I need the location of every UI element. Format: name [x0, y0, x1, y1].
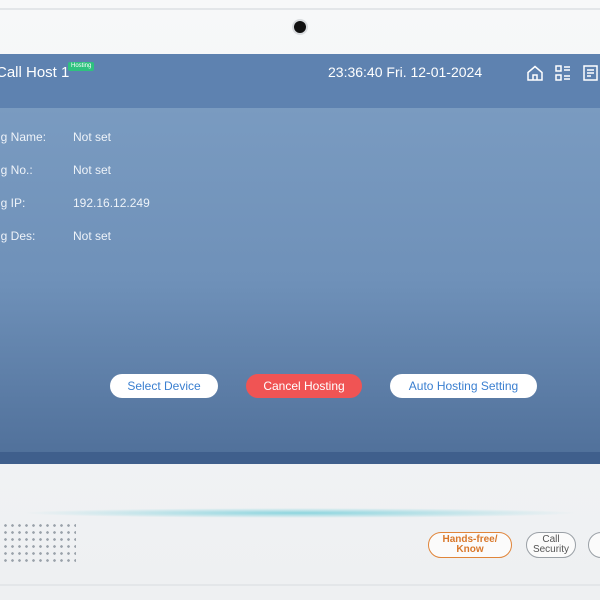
device-bottom-edge	[0, 584, 600, 586]
screen-bottom-bar	[0, 452, 600, 464]
hosting-des-value: Not set	[73, 229, 112, 243]
apps-grid-icon[interactable]	[554, 64, 572, 82]
hosting-ip-value: 192.16.12.249	[73, 196, 150, 210]
select-device-button[interactable]: Select Device	[110, 374, 218, 398]
ambient-light	[20, 508, 580, 518]
hosting-ip-label: ng IP:	[0, 196, 26, 210]
auto-hosting-setting-button[interactable]: Auto Hosting Setting	[390, 374, 537, 398]
handsfree-button[interactable]: Hands-free/ Know	[428, 532, 512, 558]
camera-lens	[294, 21, 306, 33]
hosting-name-value: Not set	[73, 130, 112, 144]
call-security-label-line2: Security	[532, 544, 570, 555]
speaker-grille	[2, 522, 76, 566]
home-icon[interactable]	[526, 64, 544, 82]
intercom-device: Call Host 1 Hosting 23:36:40 Fri. 12-01-…	[0, 0, 600, 600]
handsfree-label-line2: Know	[456, 544, 484, 555]
hosting-des-label: ng Des:	[0, 229, 36, 243]
device-top-edge	[0, 8, 600, 10]
date-time: 23:36:40 Fri. 12-01-2024	[328, 64, 483, 80]
status-bar: Call Host 1 Hosting 23:36:40 Fri. 12-01-…	[0, 54, 600, 108]
hosting-badge: Hosting	[68, 62, 95, 71]
extra-hardware-button[interactable]: B	[588, 532, 600, 558]
call-security-button[interactable]: Call Security	[526, 532, 576, 558]
notes-icon[interactable]	[582, 64, 600, 82]
hosting-number-label: ng No.:	[0, 163, 33, 177]
hosting-name-label: ng Name:	[0, 130, 47, 144]
hosting-number-value: Not set	[73, 163, 112, 177]
cancel-hosting-button[interactable]: Cancel Hosting	[246, 374, 362, 398]
touch-screen: Call Host 1 Hosting 23:36:40 Fri. 12-01-…	[0, 54, 600, 464]
page-title: Call Host 1	[0, 64, 70, 81]
